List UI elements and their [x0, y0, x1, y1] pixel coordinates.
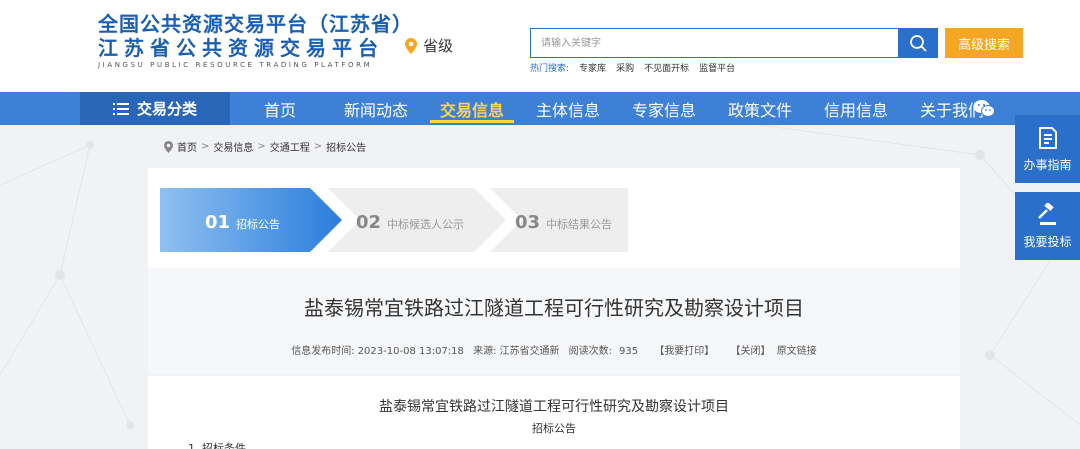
content-section-heading: 1. 招标条件	[188, 442, 246, 449]
wechat-icon[interactable]	[973, 99, 995, 118]
breadcrumb-item-current: 招标公告	[326, 143, 367, 154]
breadcrumb-separator: >	[257, 141, 266, 152]
nav-item-credit[interactable]: 信用信息	[808, 92, 904, 125]
hot-search-item[interactable]: 采购	[616, 61, 634, 74]
bid-button[interactable]: 我要投标	[1015, 192, 1080, 260]
step-1-number: 01	[205, 212, 231, 233]
nav-item-policy[interactable]: 政策文件	[712, 92, 808, 125]
hot-search-label: 热门搜索:	[530, 64, 570, 74]
nav-category-menu[interactable]: 交易分类	[80, 92, 230, 125]
hot-search-item[interactable]: 不见面开标	[644, 61, 689, 74]
step-3-number: 03	[515, 212, 541, 233]
menu-list-icon	[112, 102, 129, 115]
location-pin-icon	[164, 140, 173, 153]
location-pin-icon	[405, 37, 417, 54]
logo-subtitle-english: JIANGSU PUBLIC RESOURCE TRADING PLATFORM	[98, 61, 373, 69]
close-link[interactable]: 【关闭】	[731, 346, 771, 357]
original-link[interactable]: 原文链接	[777, 346, 817, 357]
nav-item-trading-info[interactable]: 交易信息	[424, 92, 520, 125]
article-content: 盐泰锡常宜铁路过江隧道工程可行性研究及勘察设计项目 招标公告 1. 招标条件	[148, 376, 960, 449]
breadcrumb: 首页 > 交易信息 > 交通工程 > 招标公告	[164, 139, 366, 154]
site-logo[interactable]: 全国公共资源交易平台（江苏省） 江苏省公共资源交易平台 JIANGSU PUBL…	[98, 12, 413, 69]
breadcrumb-separator: >	[201, 141, 210, 152]
main-nav: 交易分类 首页 新闻动态 交易信息 主体信息 专家信息 政策文件 信用信息 关于…	[0, 92, 1080, 125]
nav-category-label: 交易分类	[136, 100, 197, 118]
guide-button[interactable]: 办事指南	[1015, 115, 1080, 183]
step-3-label: 中标结果公告	[546, 218, 613, 231]
breadcrumb-item-transport[interactable]: 交通工程	[270, 139, 310, 154]
step-2-label: 中标候选人公示	[387, 218, 465, 231]
hot-search-item[interactable]: 专家库	[579, 61, 606, 74]
nav-item-entity-info[interactable]: 主体信息	[520, 92, 616, 125]
content-title: 盐泰锡常宜铁路过江隧道工程可行性研究及勘察设计项目	[379, 399, 729, 415]
article-header: 盐泰锡常宜铁路过江隧道工程可行性研究及勘察设计项目 信息发布时间: 2023-10…	[148, 268, 960, 374]
meta-time: 2023-10-08 13:07:18	[357, 346, 464, 357]
breadcrumb-separator: >	[313, 141, 323, 152]
step-1: 01 招标公告	[205, 212, 280, 233]
article-meta: 信息发布时间: 2023-10-08 13:07:18 来源: 江苏省交通新 阅读次…	[148, 342, 960, 357]
search-area: 高级搜索 热门搜索: 专家库 采购 不见面开标 监督平台	[530, 28, 1023, 74]
step-1-label: 招标公告	[236, 218, 281, 231]
logo-title-province: 江苏省公共资源交易平台	[98, 36, 384, 60]
guide-label: 办事指南	[1023, 157, 1072, 172]
meta-source: 江苏省交通新	[499, 346, 560, 357]
meta-source-label: 来源:	[473, 346, 497, 357]
nav-item-expert-info[interactable]: 专家信息	[616, 92, 712, 125]
article-title: 盐泰锡常宜铁路过江隧道工程可行性研究及勘察设计项目	[304, 296, 804, 320]
meta-views-label: 阅读次数:	[568, 346, 613, 357]
guide-document-icon	[1038, 126, 1057, 149]
step-2: 02 中标候选人公示	[356, 212, 464, 233]
gavel-icon	[1037, 202, 1056, 225]
breadcrumb-item-home[interactable]: 首页	[177, 139, 197, 154]
print-link[interactable]: 【我要打印】	[654, 346, 714, 357]
step-2-number: 02	[356, 212, 382, 233]
search-icon	[910, 35, 927, 52]
bid-label: 我要投标	[1023, 234, 1072, 249]
site-header: 全国公共资源交易平台（江苏省） 江苏省公共资源交易平台 JIANGSU PUBL…	[0, 0, 1080, 92]
advanced-search-button[interactable]: 高级搜索	[945, 28, 1023, 58]
region-selector[interactable]: 省级	[405, 35, 453, 56]
meta-time-label: 信息发布时间:	[291, 346, 355, 357]
nav-item-news[interactable]: 新闻动态	[328, 92, 424, 125]
nav-item-home[interactable]: 首页	[232, 92, 328, 125]
breadcrumb-item-trading[interactable]: 交易信息	[213, 139, 253, 154]
content-subtitle: 招标公告	[532, 422, 576, 435]
region-label: 省级	[423, 37, 454, 55]
meta-views: 935	[619, 346, 639, 357]
hot-search-item[interactable]: 监督平台	[699, 61, 735, 74]
progress-steps: 01 招标公告 02 中标候选人公示 03 中标结果公告	[148, 168, 960, 268]
step-3: 03 中标结果公告	[515, 212, 612, 233]
logo-title-national: 全国公共资源交易平台（江苏省）	[98, 12, 413, 36]
search-button[interactable]	[898, 28, 938, 58]
search-input[interactable]	[530, 28, 898, 58]
hot-search-list: 热门搜索: 专家库 采购 不见面开标 监督平台	[530, 61, 1023, 74]
